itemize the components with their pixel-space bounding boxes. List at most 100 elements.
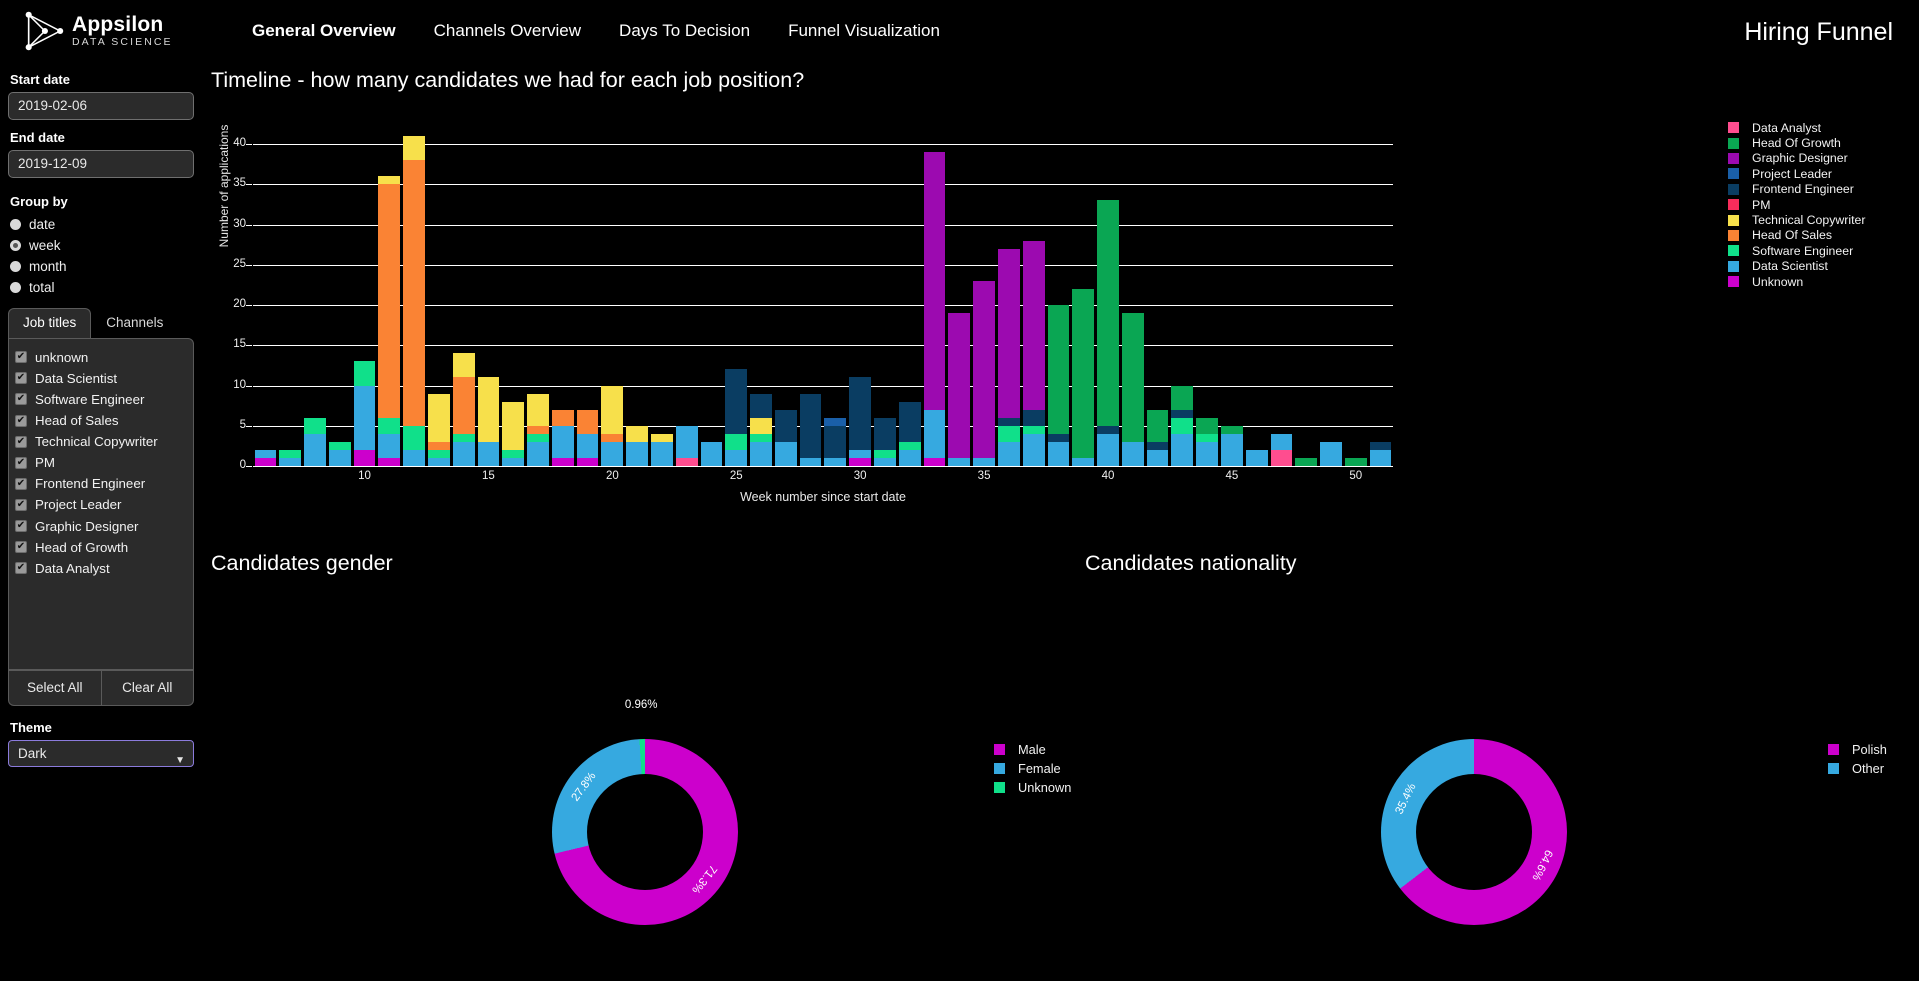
job-title-checkbox-row[interactable]: ✔ Head of Sales — [15, 410, 187, 431]
bar-column[interactable] — [1343, 136, 1368, 466]
donut-ring[interactable] — [1381, 739, 1567, 925]
legend-item[interactable]: Data Analyst — [1728, 120, 1865, 135]
bar-column[interactable] — [327, 136, 352, 466]
bar-column[interactable] — [1244, 136, 1269, 466]
job-title-checkbox-row[interactable]: ✔ Graphic Designer — [15, 516, 187, 537]
job-title-checkbox-row[interactable]: ✔ Project Leader — [15, 495, 187, 516]
bar-column[interactable] — [451, 136, 476, 466]
bar-column[interactable] — [1269, 136, 1294, 466]
job-title-checkbox-row[interactable]: ✔ Technical Copywriter — [15, 431, 187, 452]
bar-column[interactable] — [1046, 136, 1071, 466]
group-by-radio-month[interactable]: month — [10, 256, 196, 276]
checkbox-icon[interactable]: ✔ — [15, 498, 27, 511]
checkbox-icon[interactable]: ✔ — [15, 435, 27, 448]
job-title-checkbox-row[interactable]: ✔ Data Scientist — [15, 368, 187, 389]
checkbox-icon[interactable]: ✔ — [15, 414, 27, 427]
bar-column[interactable] — [699, 136, 724, 466]
bar-column[interactable] — [600, 136, 625, 466]
start-date-input[interactable]: 2019-02-06 — [8, 92, 194, 120]
checkbox-icon[interactable]: ✔ — [15, 372, 27, 385]
bar-column[interactable] — [352, 136, 377, 466]
job-title-checkbox-row[interactable]: ✔ Frontend Engineer — [15, 474, 187, 495]
select-all-button[interactable]: Select All — [8, 670, 101, 706]
bar-column[interactable] — [402, 136, 427, 466]
legend-item[interactable]: Graphic Designer — [1728, 151, 1865, 166]
legend-item[interactable]: Project Leader — [1728, 166, 1865, 181]
bar-column[interactable] — [526, 136, 551, 466]
bar-column[interactable] — [848, 136, 873, 466]
bar-column[interactable] — [749, 136, 774, 466]
bar-column[interactable] — [1021, 136, 1046, 466]
bar-column[interactable] — [947, 136, 972, 466]
job-title-checkbox-row[interactable]: ✔ Software Engineer — [15, 389, 187, 410]
nav-item-general-overview[interactable]: General Overview — [252, 21, 396, 41]
legend-item[interactable]: Head Of Sales — [1728, 228, 1865, 243]
tab-job-titles[interactable]: Job titles — [8, 308, 92, 338]
bar-column[interactable] — [476, 136, 501, 466]
bar-column[interactable] — [650, 136, 675, 466]
brand-logo[interactable]: Appsilon DATA SCIENCE — [0, 10, 240, 52]
nav-item-funnel-visualization[interactable]: Funnel Visualization — [788, 21, 940, 41]
checkbox-icon[interactable]: ✔ — [15, 351, 27, 364]
legend-item[interactable]: Male — [994, 740, 1071, 759]
legend-item[interactable]: Software Engineer — [1728, 243, 1865, 258]
bar-column[interactable] — [798, 136, 823, 466]
nav-item-days-to-decision[interactable]: Days To Decision — [619, 21, 750, 41]
legend-item[interactable]: Polish — [1828, 740, 1887, 759]
bar-column[interactable] — [625, 136, 650, 466]
theme-select[interactable]: Dark ▼ — [8, 740, 194, 767]
checkbox-icon[interactable]: ✔ — [15, 477, 27, 490]
group-by-radio-week[interactable]: week — [10, 235, 196, 255]
bar-column[interactable] — [1294, 136, 1319, 466]
checkbox-icon[interactable]: ✔ — [15, 541, 27, 554]
job-title-checkbox-row[interactable]: ✔ Head of Growth — [15, 537, 187, 558]
group-by-radio-date[interactable]: date — [10, 214, 196, 234]
legend-item[interactable]: Unknown — [1728, 274, 1865, 289]
checkbox-icon[interactable]: ✔ — [15, 562, 27, 575]
legend-item[interactable]: Data Scientist — [1728, 259, 1865, 274]
bar-column[interactable] — [1170, 136, 1195, 466]
bar-column[interactable] — [426, 136, 451, 466]
checkbox-icon[interactable]: ✔ — [15, 393, 27, 406]
bar-column[interactable] — [278, 136, 303, 466]
bar-column[interactable] — [1319, 136, 1344, 466]
legend-item[interactable]: Head Of Growth — [1728, 135, 1865, 150]
bar-column[interactable] — [823, 136, 848, 466]
legend-item[interactable]: Unknown — [994, 778, 1071, 797]
legend-item[interactable]: Technical Copywriter — [1728, 212, 1865, 227]
bar-column[interactable] — [773, 136, 798, 466]
bar-column[interactable] — [674, 136, 699, 466]
bar-column[interactable] — [922, 136, 947, 466]
clear-all-button[interactable]: Clear All — [100, 670, 194, 706]
bar-column[interactable] — [377, 136, 402, 466]
group-by-radio-total[interactable]: total — [10, 277, 196, 297]
bar-column[interactable] — [972, 136, 997, 466]
legend-item[interactable]: Female — [994, 759, 1071, 778]
bar-column[interactable] — [253, 136, 278, 466]
bar-column[interactable] — [996, 136, 1021, 466]
bar-column[interactable] — [575, 136, 600, 466]
bar-column[interactable] — [897, 136, 922, 466]
bar-column[interactable] — [724, 136, 749, 466]
legend-item[interactable]: PM — [1728, 197, 1865, 212]
bar-column[interactable] — [1219, 136, 1244, 466]
checkbox-icon[interactable]: ✔ — [15, 456, 27, 469]
job-title-checkbox-row[interactable]: ✔ unknown — [15, 347, 187, 368]
bar-column[interactable] — [1096, 136, 1121, 466]
nav-item-channels-overview[interactable]: Channels Overview — [434, 21, 581, 41]
legend-item[interactable]: Frontend Engineer — [1728, 182, 1865, 197]
bar-column[interactable] — [550, 136, 575, 466]
bar-column[interactable] — [1120, 136, 1145, 466]
bar-column[interactable] — [1368, 136, 1393, 466]
checkbox-icon[interactable]: ✔ — [15, 520, 27, 532]
donut-ring[interactable] — [552, 739, 738, 925]
bar-column[interactable] — [303, 136, 328, 466]
legend-item[interactable]: Other — [1828, 759, 1887, 778]
end-date-input[interactable]: 2019-12-09 — [8, 150, 194, 178]
bar-column[interactable] — [873, 136, 898, 466]
bar-column[interactable] — [1145, 136, 1170, 466]
bar-column[interactable] — [501, 136, 526, 466]
job-title-checkbox-row[interactable]: ✔ PM — [15, 452, 187, 473]
bar-column[interactable] — [1071, 136, 1096, 466]
job-title-checkbox-row[interactable]: ✔ Data Analyst — [15, 558, 187, 579]
